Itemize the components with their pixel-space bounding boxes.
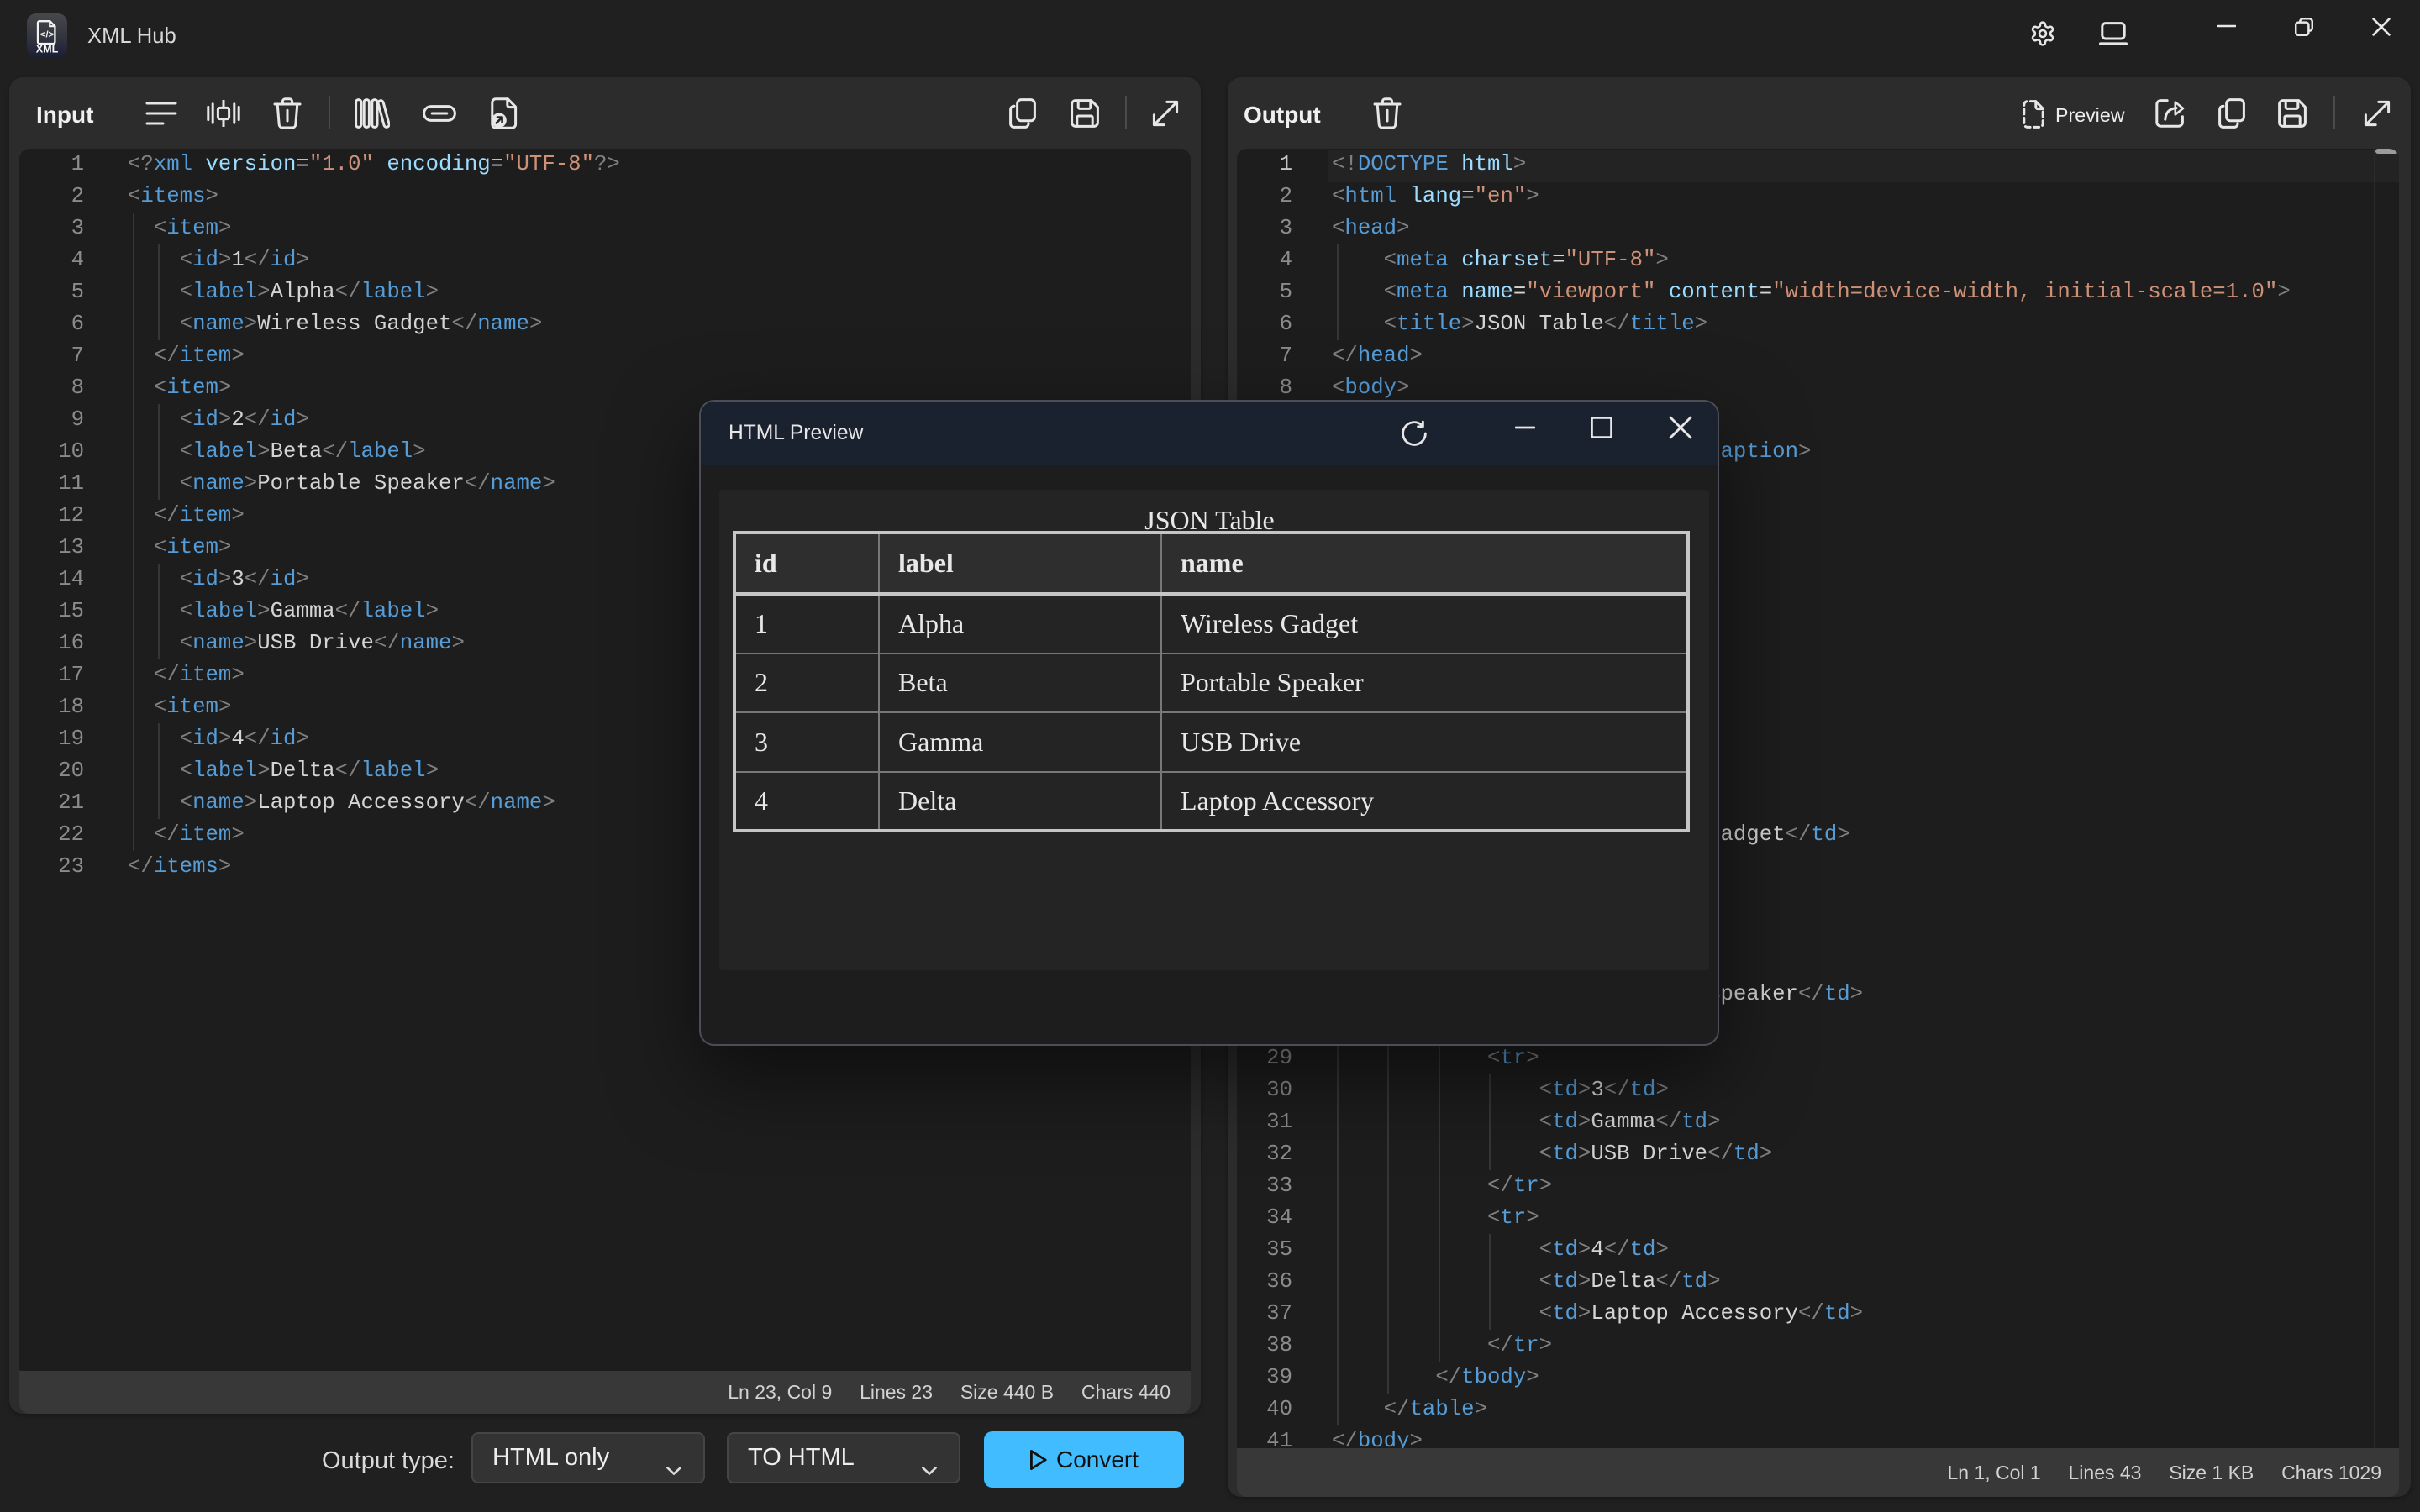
svg-text:</>: </>: [40, 29, 55, 39]
svg-text:XML: XML: [36, 43, 59, 55]
